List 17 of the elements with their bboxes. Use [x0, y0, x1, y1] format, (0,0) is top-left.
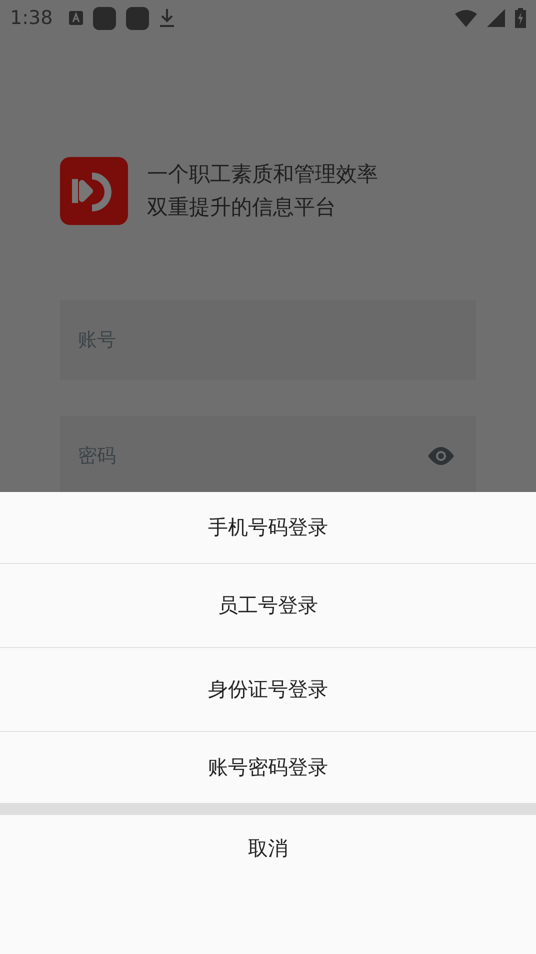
app-notification-icon	[126, 6, 149, 30]
app-slogan: 双重提升的信息平台	[147, 194, 337, 221]
battery-charging-icon	[515, 8, 526, 28]
cancel-button[interactable]: 取消	[0, 815, 536, 881]
login-option[interactable]: 身份证号登录	[0, 648, 536, 732]
app-slogan: 一个职工素质和管理效率	[147, 161, 378, 188]
show-password-icon[interactable]	[428, 447, 454, 465]
app-logo-icon	[60, 157, 128, 225]
status-time: 1:38	[10, 7, 53, 29]
login-option[interactable]: 账号密码登录	[0, 732, 536, 803]
keyboard-notification-icon	[68, 11, 83, 25]
login-option[interactable]: 手机号码登录	[0, 492, 536, 564]
login-option[interactable]: 员工号登录	[0, 564, 536, 648]
app-notification-icon	[92, 6, 116, 30]
signal-icon	[487, 9, 505, 27]
download-icon	[158, 8, 175, 28]
wifi-icon	[455, 10, 477, 26]
